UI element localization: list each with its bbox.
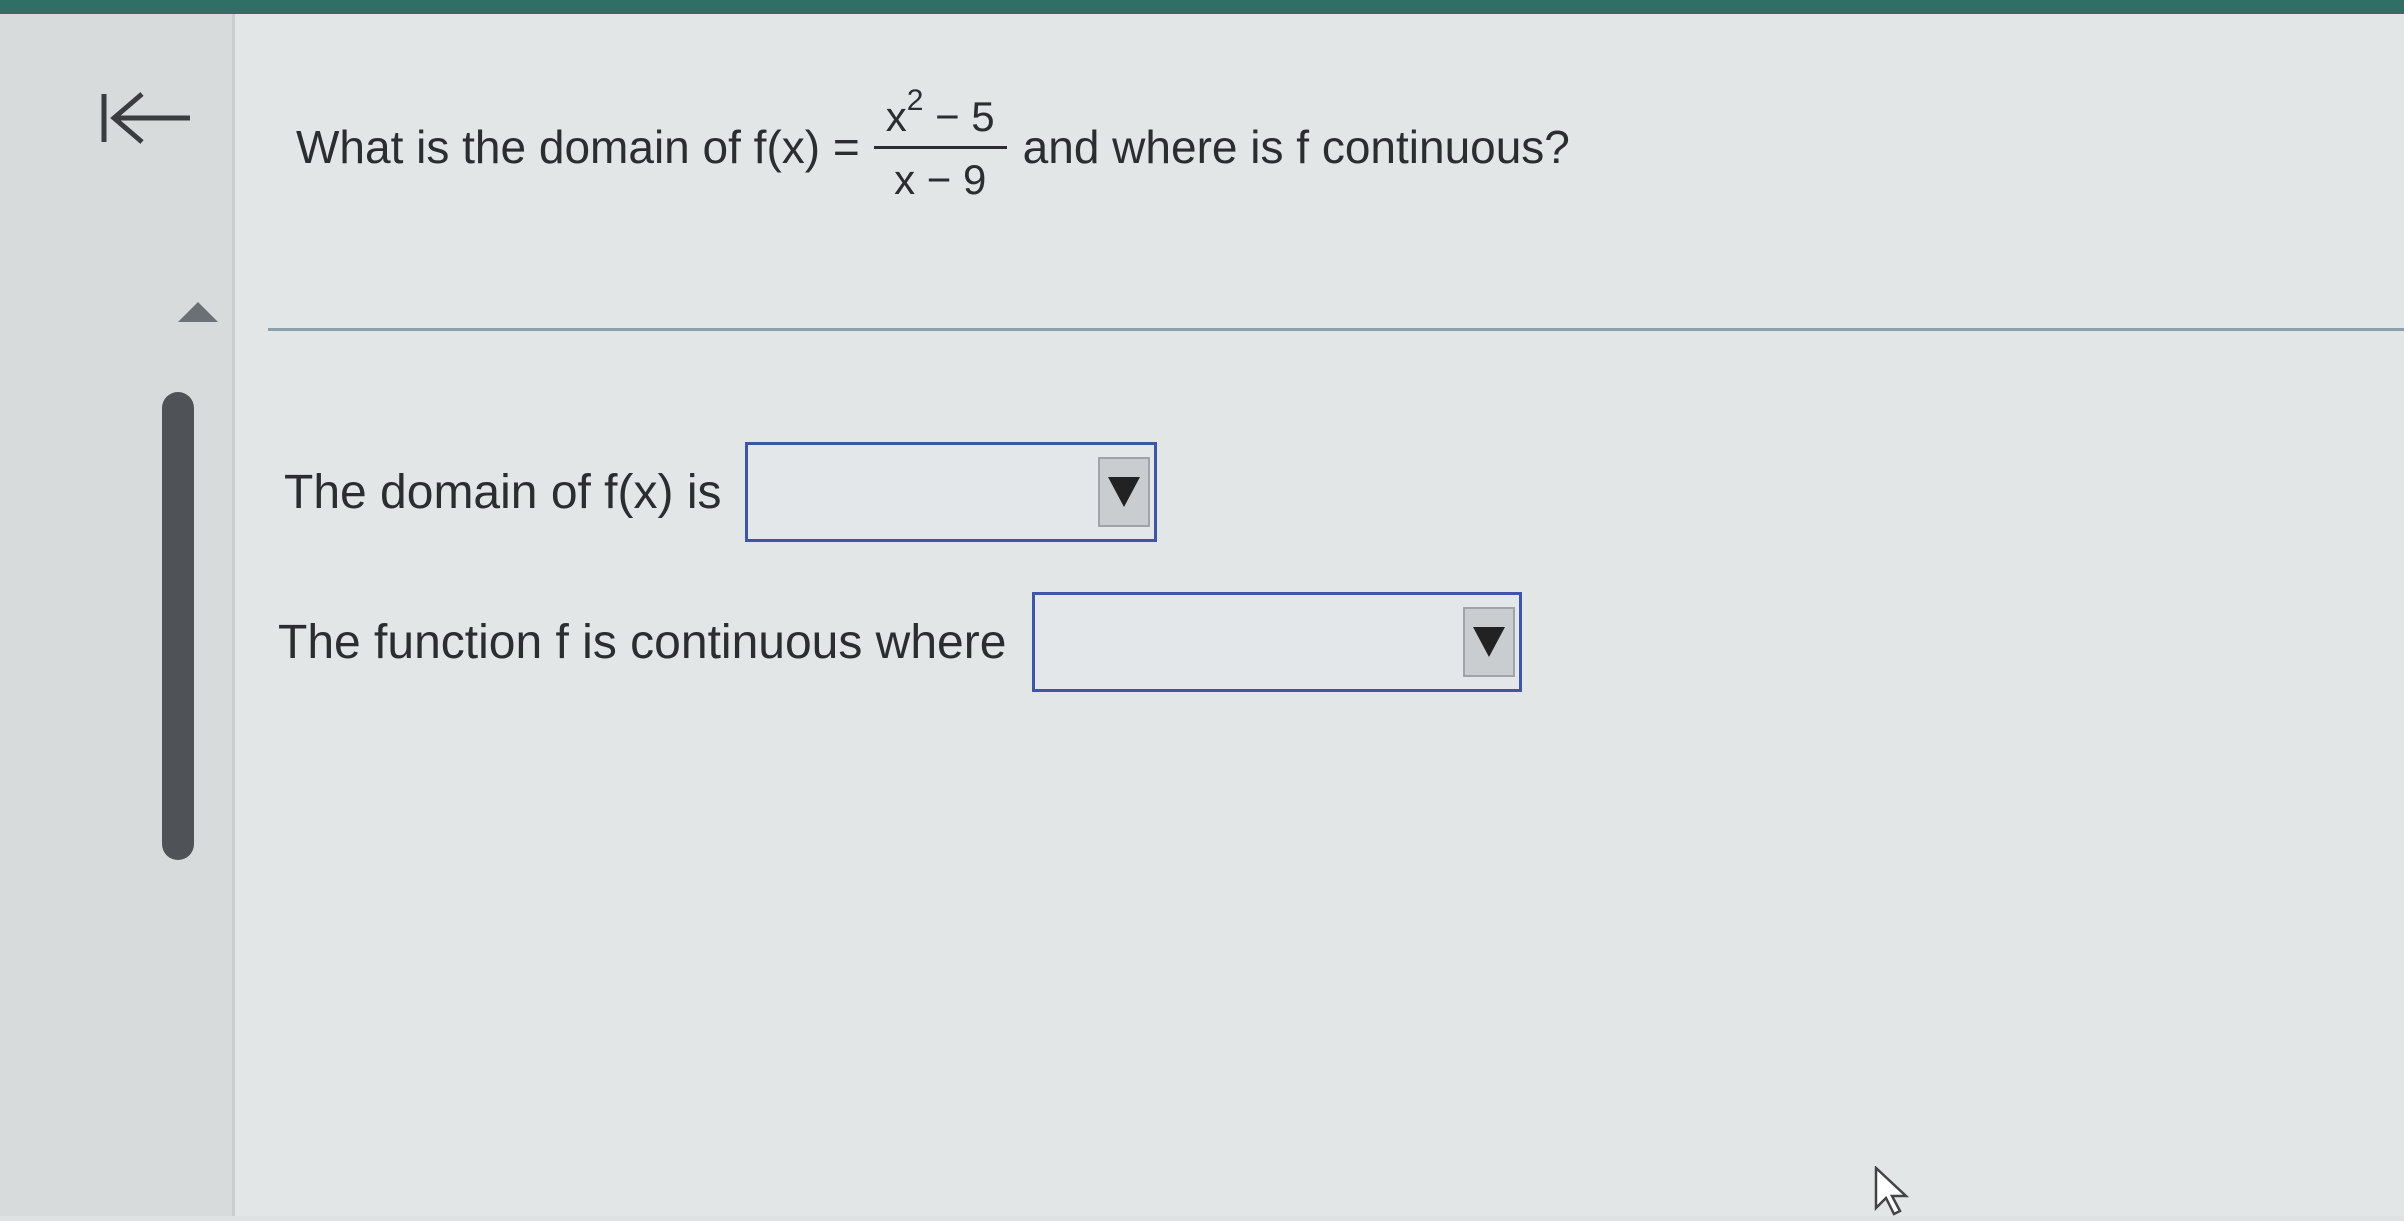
domain-answer-row: The domain of f(x) is xyxy=(284,442,1158,542)
continuity-label: The function f is continuous where xyxy=(278,615,1007,669)
question-text: What is the domain of f(x) = x2 − 5 x − … xyxy=(296,72,1570,222)
top-bar xyxy=(0,0,2404,14)
continuity-answer-row: The function f is continuous where xyxy=(278,592,1523,692)
numerator-exponent: 2 xyxy=(906,83,924,117)
back-button[interactable] xyxy=(96,88,196,148)
domain-dropdown[interactable] xyxy=(745,442,1158,542)
triangle-up-icon[interactable] xyxy=(178,302,218,322)
mouse-pointer-icon xyxy=(1874,1165,1914,1216)
question-prefix: What is the domain of f(x) = xyxy=(296,121,860,173)
back-to-start-icon xyxy=(101,92,190,144)
continuity-dropdown[interactable] xyxy=(1032,592,1523,692)
scrollbar-thumb[interactable] xyxy=(162,392,194,860)
triangle-down-icon[interactable] xyxy=(1098,457,1151,527)
numerator-base: x xyxy=(885,92,907,140)
divider xyxy=(268,328,2404,331)
function-fraction: x2 − 5 x − 9 xyxy=(873,82,1007,205)
question-suffix: and where is f continuous? xyxy=(1022,121,1570,173)
fraction-denominator: x − 9 xyxy=(894,155,987,203)
fraction-numerator: x2 − 5 xyxy=(874,82,1007,142)
triangle-down-icon[interactable] xyxy=(1463,607,1516,677)
numerator-rest: − 5 xyxy=(923,92,995,140)
domain-label: The domain of f(x) is xyxy=(284,465,722,519)
left-rail xyxy=(0,14,235,1216)
fraction-bar xyxy=(873,145,1007,149)
